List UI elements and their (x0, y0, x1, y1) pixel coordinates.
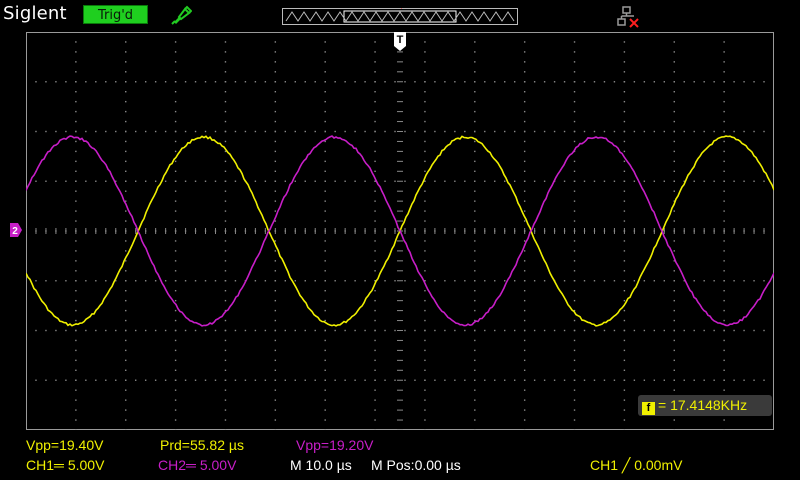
frequency-value: = 17.4148KHz (658, 397, 748, 413)
trigger-position-label: T (397, 34, 404, 46)
ch2-vpp-measurement: Vpp=19.20V (296, 437, 374, 453)
period-measurement: Prd=55.82 µs (160, 437, 244, 453)
frequency-counter: f = 17.4148KHz (638, 395, 772, 416)
timebase-scale[interactable]: M 10.0 µs (290, 457, 352, 473)
memory-position-bar (282, 8, 518, 25)
network-disconnected-icon (617, 6, 639, 28)
ch2-scale[interactable]: CH2═ 5.00V (158, 457, 236, 473)
brand-logo-text: Siglent (3, 3, 67, 24)
waveform-display[interactable]: T (26, 32, 774, 430)
trigger-setting[interactable]: CH1 ╱ 0.00mV (590, 457, 682, 473)
probe-icon (171, 5, 192, 25)
ch1-scale[interactable]: CH1═ 5.00V (26, 457, 104, 473)
timebase-position[interactable]: M Pos:0.00 µs (371, 457, 461, 473)
frequency-icon: f (642, 402, 655, 415)
ch2-marker-label: 2 (12, 226, 18, 237)
trigger-status-badge: Trig'd (83, 5, 148, 24)
ch2-offset-marker-icon[interactable]: 2 (10, 223, 22, 237)
ch1-vpp-measurement: Vpp=19.40V (26, 437, 104, 453)
